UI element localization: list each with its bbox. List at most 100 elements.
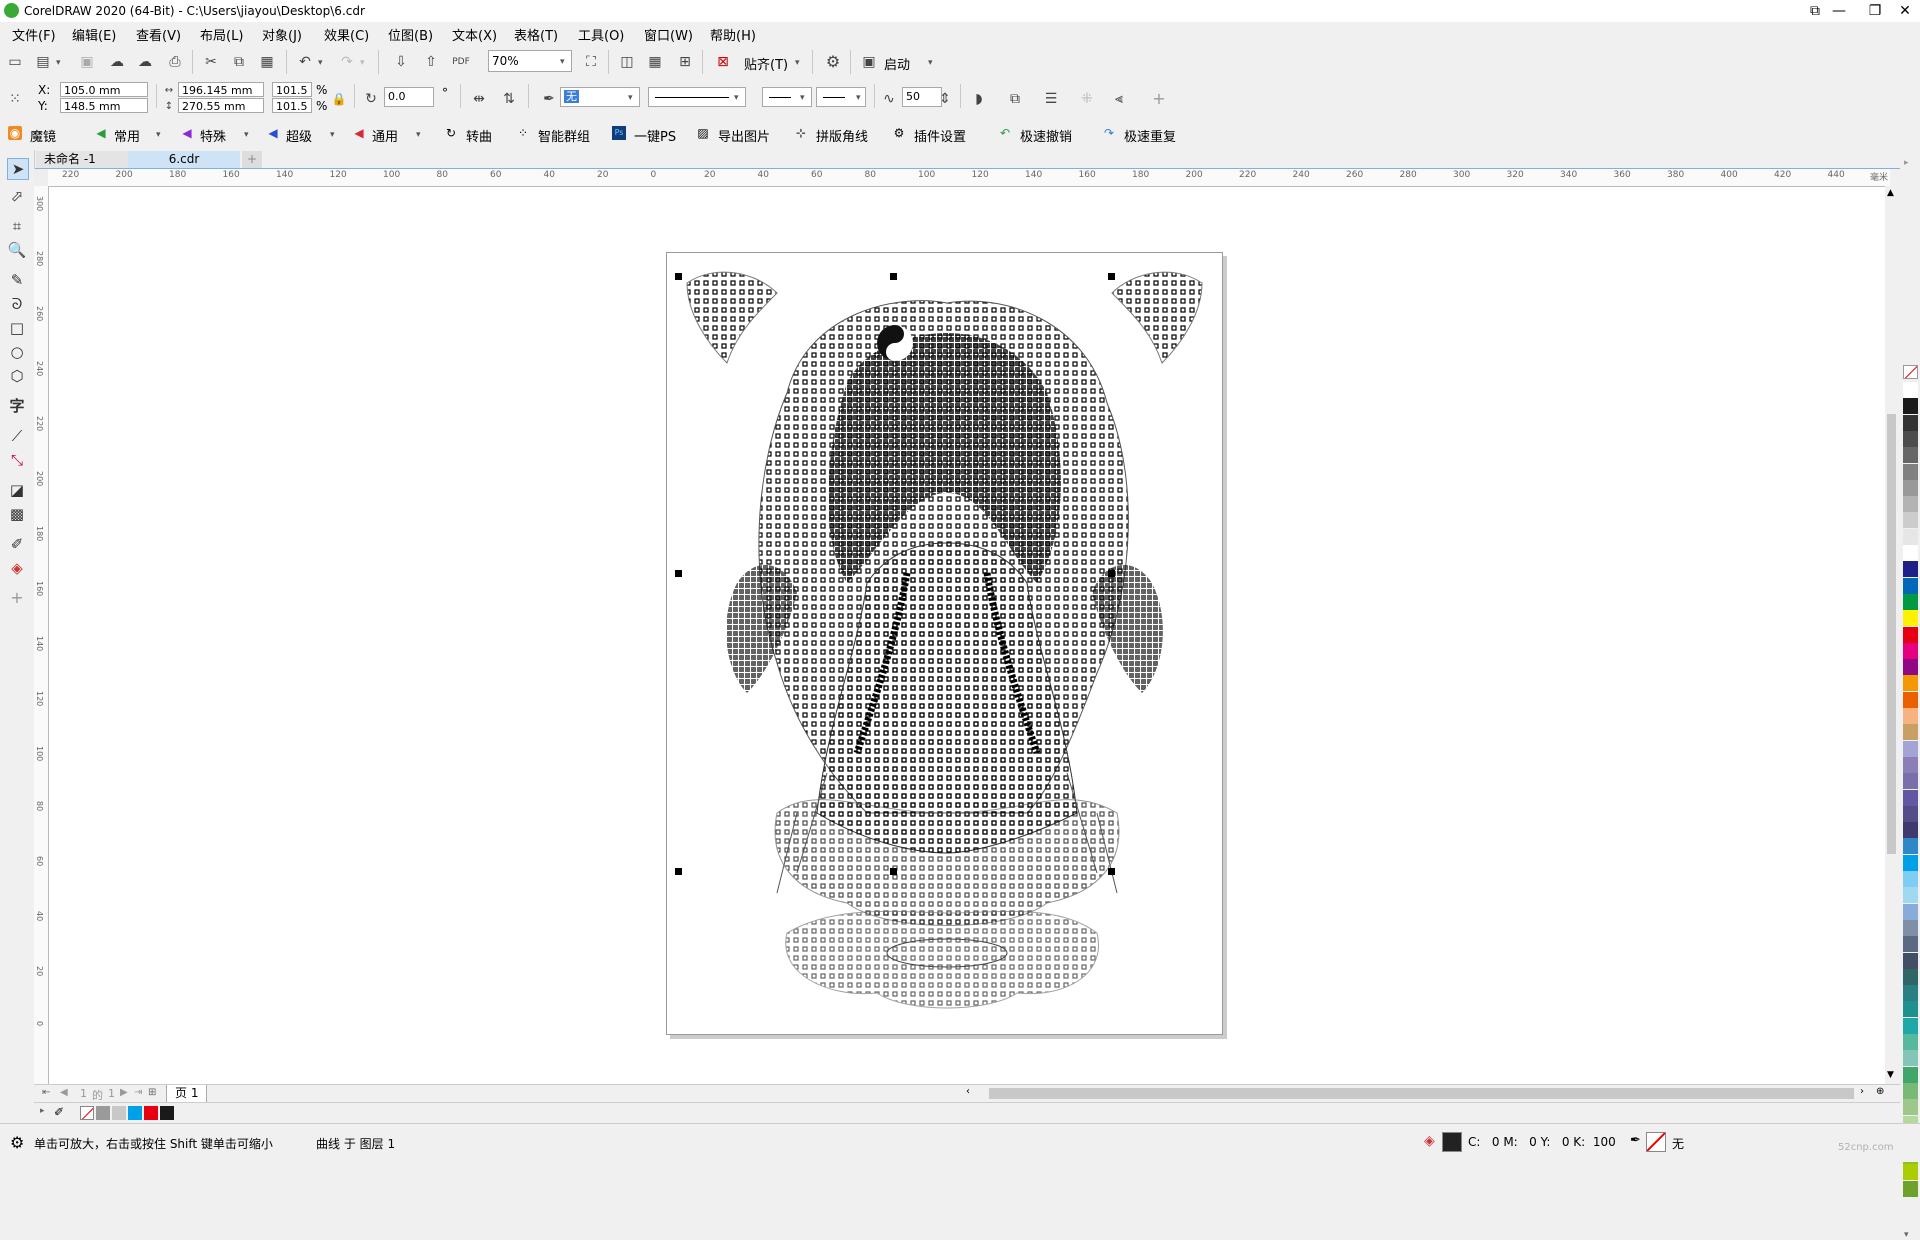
selection-handle-left[interactable] bbox=[675, 570, 682, 577]
palette-color-swatch[interactable] bbox=[1903, 398, 1918, 415]
last-page-icon[interactable]: ⇥ bbox=[134, 1087, 142, 1098]
palette-color-swatch[interactable] bbox=[1903, 952, 1918, 969]
palette-color-swatch[interactable] bbox=[1903, 936, 1918, 953]
selection-handle-bottom-left[interactable] bbox=[675, 868, 682, 875]
eyedropper-icon[interactable]: ✐ bbox=[7, 534, 27, 554]
artistic-media-icon[interactable]: ᘐ bbox=[7, 294, 27, 314]
minimize-button[interactable]: — bbox=[1820, 0, 1858, 22]
palette-color-swatch[interactable] bbox=[1903, 610, 1918, 627]
palette-color-swatch[interactable] bbox=[1903, 463, 1918, 480]
palette-color-swatch[interactable] bbox=[1903, 1001, 1918, 1018]
palette-color-swatch[interactable] bbox=[1903, 691, 1918, 708]
palette-arrow-icon[interactable]: ▸ bbox=[1904, 158, 1909, 168]
palette-color-swatch[interactable] bbox=[1903, 561, 1918, 578]
palette-color-swatch[interactable] bbox=[1903, 430, 1918, 447]
menu-edit[interactable]: 编辑(E) bbox=[72, 25, 116, 44]
palette-color-swatch[interactable] bbox=[1903, 1034, 1918, 1050]
plugin-export-image[interactable]: 导出图片 bbox=[718, 126, 770, 145]
palette-color-swatch[interactable] bbox=[1903, 528, 1918, 545]
menu-window[interactable]: 窗口(W) bbox=[644, 25, 693, 44]
palette-color-swatch[interactable] bbox=[1903, 479, 1918, 496]
redo-icon[interactable]: ↷ bbox=[338, 53, 356, 71]
doc-palette-swatch[interactable] bbox=[96, 1106, 110, 1120]
palette-color-swatch[interactable] bbox=[1903, 496, 1918, 513]
x-position-input[interactable]: 105.0 mm bbox=[60, 82, 148, 97]
align-nodes-icon[interactable]: ⫷ bbox=[1110, 90, 1128, 108]
palette-color-swatch[interactable] bbox=[1903, 512, 1918, 529]
paste-icon[interactable]: ▦ bbox=[258, 53, 276, 71]
palette-color-swatch[interactable] bbox=[1903, 1017, 1918, 1034]
palette-color-swatch[interactable] bbox=[1903, 1050, 1918, 1067]
general-dropdown-icon[interactable]: ▾ bbox=[416, 130, 421, 140]
doc-palette-eyedropper-icon[interactable]: ✐ bbox=[54, 1105, 64, 1119]
pick-tool-icon[interactable]: ➤ bbox=[7, 158, 29, 180]
palette-color-swatch[interactable] bbox=[1903, 919, 1918, 936]
scroll-up-icon[interactable]: ▲ bbox=[1887, 188, 1894, 198]
menu-file[interactable]: 文件(F) bbox=[12, 25, 56, 44]
menu-tools[interactable]: 工具(O) bbox=[578, 25, 624, 44]
snap-off-icon[interactable]: ⊠ bbox=[714, 53, 732, 71]
plugin-special[interactable]: 特殊 bbox=[200, 126, 226, 145]
horizontal-scroll-thumb[interactable] bbox=[989, 1088, 1854, 1099]
next-page-icon[interactable]: ▶ bbox=[120, 1087, 128, 1098]
selection-handle-top-left[interactable] bbox=[675, 273, 682, 280]
status-gear-icon[interactable]: ⚙ bbox=[10, 1133, 24, 1152]
cut-icon[interactable]: ✂ bbox=[202, 53, 220, 71]
selection-handle-top[interactable] bbox=[890, 273, 897, 280]
tab-6-cdr[interactable]: 6.cdr bbox=[128, 151, 240, 168]
super-dropdown-icon[interactable]: ▾ bbox=[330, 130, 335, 140]
add-control-icon[interactable]: + bbox=[1150, 90, 1168, 108]
launch-dropdown-icon[interactable]: ▾ bbox=[928, 58, 933, 68]
interactive-fill-icon[interactable]: ◈ bbox=[7, 558, 27, 578]
lock-ratio-icon[interactable]: 🔒 bbox=[330, 90, 348, 108]
palette-color-swatch[interactable] bbox=[1903, 1099, 1918, 1116]
transparency-icon[interactable]: ▩ bbox=[7, 504, 27, 524]
scroll-down-icon[interactable]: ▼ bbox=[1887, 1070, 1894, 1080]
outline-color-swatch[interactable] bbox=[1646, 1132, 1666, 1152]
page-tab[interactable]: 页 1 bbox=[166, 1085, 208, 1103]
launch-label[interactable]: 启动 bbox=[884, 54, 910, 73]
palette-color-swatch[interactable] bbox=[1903, 1082, 1918, 1099]
rectangle-tool-icon[interactable]: □ bbox=[7, 318, 27, 338]
rotation-angle-input[interactable]: 0.0 bbox=[384, 87, 434, 107]
menu-text[interactable]: 文本(X) bbox=[452, 25, 497, 44]
line-style-dropdown-icon[interactable]: ▾ bbox=[734, 93, 739, 103]
palette-color-swatch[interactable] bbox=[1903, 414, 1918, 431]
height-input[interactable]: 270.55 mm bbox=[178, 98, 264, 113]
shape-tool-icon[interactable]: ⬀ bbox=[7, 186, 27, 206]
palette-color-swatch[interactable] bbox=[1903, 724, 1918, 741]
horizontal-ruler[interactable]: 220 200 180 160 140 120 100 80 60 40 20 0 20 40 60 80 10… bbox=[48, 169, 1890, 187]
text-tool-icon[interactable]: 字 bbox=[7, 396, 27, 416]
save-icon[interactable]: ▣ bbox=[78, 53, 96, 71]
zoom-dropdown-icon[interactable]: ▾ bbox=[560, 57, 565, 67]
plugin-super[interactable]: 超级 bbox=[286, 126, 312, 145]
open-dropdown-icon[interactable]: ▾ bbox=[56, 58, 61, 68]
palette-scroll-icon[interactable]: ▾ bbox=[1904, 1230, 1909, 1240]
palette-color-swatch[interactable] bbox=[1903, 854, 1918, 871]
import-icon[interactable]: ⇩ bbox=[392, 53, 410, 71]
palette-color-swatch[interactable] bbox=[1903, 805, 1918, 822]
first-page-icon[interactable]: ⇤ bbox=[42, 1087, 50, 1098]
palette-color-swatch[interactable] bbox=[1903, 903, 1918, 920]
show-grid-icon[interactable]: ▦ bbox=[646, 53, 664, 71]
scale-width-input[interactable]: 101.5 bbox=[272, 82, 312, 97]
doc-palette-swatch[interactable] bbox=[128, 1106, 142, 1120]
add-page-icon[interactable]: ⊞ bbox=[148, 1087, 156, 1098]
new-document-icon[interactable]: ▭ bbox=[6, 53, 24, 71]
export-icon[interactable]: ⇧ bbox=[422, 53, 440, 71]
common-dropdown-icon[interactable]: ▾ bbox=[156, 130, 161, 140]
drop-shadow-icon[interactable]: ◪ bbox=[7, 480, 27, 500]
palette-color-swatch[interactable] bbox=[1903, 675, 1918, 692]
palette-color-swatch[interactable] bbox=[1903, 545, 1918, 561]
doc-palette-swatch[interactable] bbox=[112, 1106, 126, 1120]
palette-color-swatch[interactable] bbox=[1903, 789, 1918, 806]
reference-point-icon[interactable]: ⁙ bbox=[6, 90, 24, 108]
width-input[interactable]: 196.145 mm bbox=[178, 82, 264, 97]
doc-palette-arrow-icon[interactable]: ▸ bbox=[40, 1106, 45, 1116]
menu-object[interactable]: 对象(J) bbox=[262, 25, 302, 44]
scroll-left-icon[interactable]: ‹ bbox=[966, 1086, 970, 1097]
outline-pen-icon[interactable]: ✒ bbox=[540, 90, 558, 108]
plugin-fast-undo[interactable]: 极速撤销 bbox=[1020, 126, 1072, 145]
plugin-smart-group[interactable]: 智能群组 bbox=[538, 126, 590, 145]
palette-color-swatch[interactable] bbox=[1903, 822, 1918, 839]
